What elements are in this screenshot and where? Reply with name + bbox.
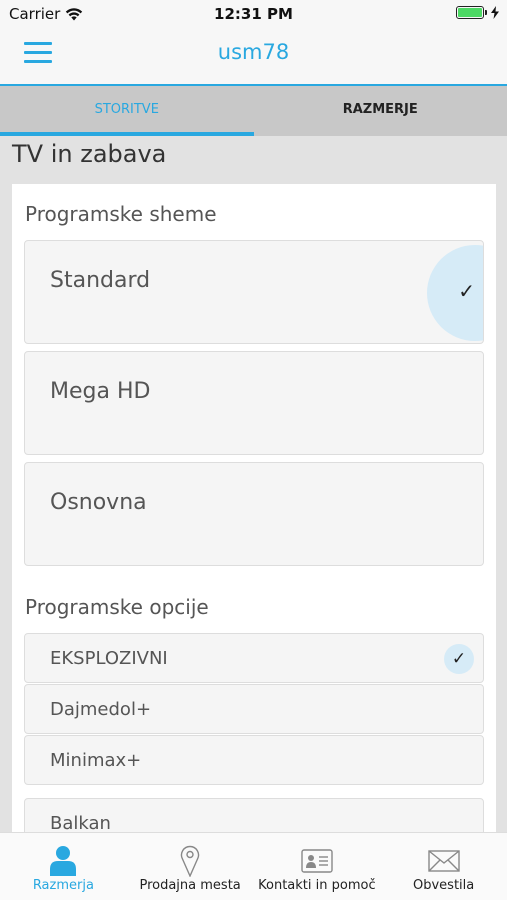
navigation-bar: usm78	[0, 28, 507, 86]
page-title: TV in zabava	[12, 140, 167, 168]
bottom-tab-label: Kontakti in pomoč	[258, 878, 376, 893]
bottom-tab-razmerja[interactable]: Razmerja	[0, 833, 127, 900]
scheme-mega-hd[interactable]: Mega HD	[24, 351, 484, 455]
option-minimax[interactable]: Minimax+	[24, 735, 484, 785]
option-eksplozivni[interactable]: EKSPLOZIVNI ✓	[24, 633, 484, 683]
scheme-standard[interactable]: Standard ✓	[24, 240, 484, 344]
status-bar: Carrier 12:31 PM	[0, 0, 507, 28]
option-label: Dajmedol+	[50, 699, 152, 720]
bottom-tab-label: Obvestila	[413, 878, 475, 893]
tab-bar: STORITVE RAZMERJE	[0, 86, 507, 136]
bottom-tab-label: Razmerja	[32, 878, 94, 893]
option-dajmedol[interactable]: Dajmedol+	[24, 684, 484, 734]
scheme-label: Mega HD	[50, 379, 151, 404]
tab-storitve[interactable]: STORITVE	[0, 86, 254, 136]
bottom-tab-obvestila[interactable]: Obvestila	[380, 833, 507, 900]
scheme-osnovna[interactable]: Osnovna	[24, 462, 484, 566]
bottom-tab-kontakti[interactable]: Kontakti in pomoč	[254, 833, 381, 900]
schemes-heading: Programske sheme	[25, 202, 217, 226]
person-icon	[50, 846, 77, 876]
contact-card-icon	[301, 849, 333, 873]
services-card: Programske sheme Standard ✓ Mega HD Osno…	[12, 184, 496, 844]
charging-icon	[491, 6, 499, 19]
battery-icon	[456, 6, 487, 19]
bottom-tab-label: Prodajna mesta	[139, 878, 241, 893]
option-label: Balkan	[50, 813, 111, 834]
bottom-tab-bar: Razmerja Prodajna mesta Kontakti in pomo…	[0, 832, 507, 900]
tab-razmerje[interactable]: RAZMERJE	[254, 86, 507, 136]
option-label: EKSPLOZIVNI	[50, 648, 168, 669]
bottom-tab-prodajna-mesta[interactable]: Prodajna mesta	[127, 833, 254, 900]
options-heading: Programske opcije	[25, 595, 209, 619]
clock: 12:31 PM	[214, 5, 293, 23]
selected-indicator	[427, 245, 483, 341]
scheme-label: Osnovna	[50, 490, 147, 515]
checkmark-icon: ✓	[458, 279, 475, 303]
envelope-icon	[427, 850, 460, 872]
location-pin-icon	[180, 845, 200, 877]
scheme-label: Standard	[50, 268, 151, 293]
checkmark-icon: ✓	[444, 644, 474, 674]
nav-title: usm78	[217, 40, 290, 64]
battery-group	[456, 6, 499, 19]
option-label: Minimax+	[50, 750, 142, 771]
